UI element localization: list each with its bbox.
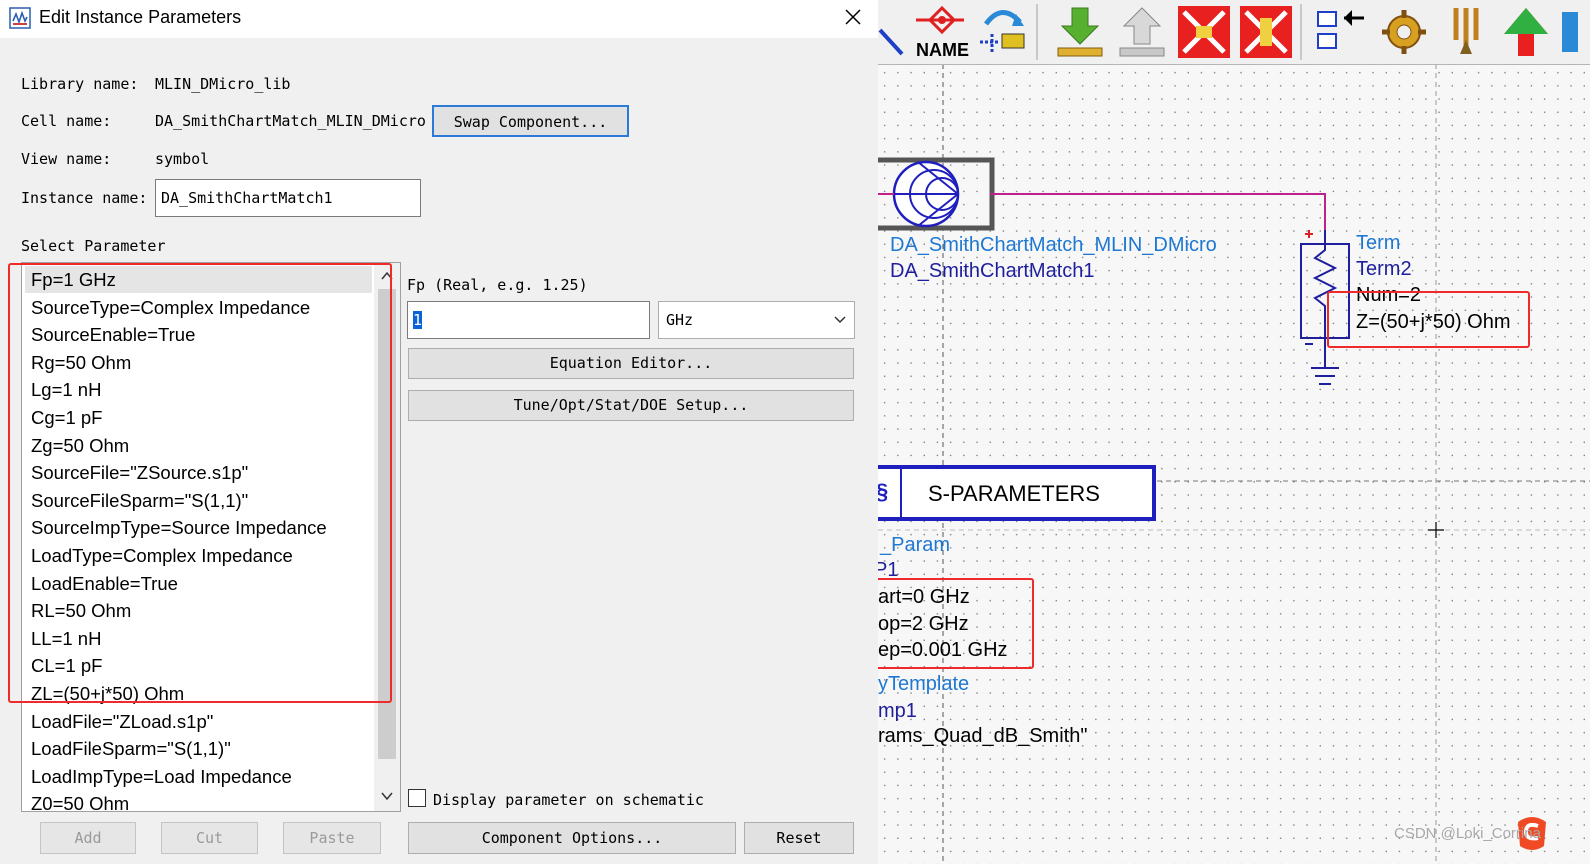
close-icon[interactable] xyxy=(838,4,868,32)
unit-select[interactable]: GHz xyxy=(658,301,855,339)
cut-button[interactable]: Cut xyxy=(161,822,258,854)
reset-button[interactable]: Reset xyxy=(744,822,854,854)
term-name-label: Term2 xyxy=(1356,258,1412,280)
view-name-label: View name: xyxy=(21,150,112,168)
tuning-icon[interactable] xyxy=(1438,4,1494,60)
add-button[interactable]: Add xyxy=(40,822,136,854)
sp-type-label: _Param xyxy=(880,534,951,556)
unit-select-value: GHz xyxy=(666,311,694,329)
highlight-box-term-impedance xyxy=(1327,291,1530,348)
template-value-label: rams_Quad_dB_Smith" xyxy=(878,725,1088,747)
tune-opt-stat-doe-setup-button[interactable]: Tune/Opt/Stat/DOE Setup... xyxy=(408,390,854,421)
highlight-box-parameters xyxy=(8,263,392,703)
pop-up-icon[interactable] xyxy=(1114,4,1170,60)
instance-name-input[interactable]: DA_SmithChartMatch1 xyxy=(155,179,421,217)
toolbar-name-label: NAME xyxy=(916,40,969,60)
select-parameter-label: Select Parameter xyxy=(21,237,166,255)
highlight-box-sweep xyxy=(878,578,1034,669)
edit-instance-parameters-dialog: Edit Instance Parameters Library name: M… xyxy=(0,0,878,864)
parameter-list-item[interactable]: LoadFileSparm="S(1,1)" xyxy=(25,735,372,762)
equation-editor-button[interactable]: Equation Editor... xyxy=(408,348,854,379)
schematic-canvas[interactable]: NAME DA_SmithChartMatch_MLIN_DMicro DA_S… xyxy=(878,0,1590,864)
cell-name-value: DA_SmithChartMatch_MLIN_DMicro xyxy=(155,112,426,130)
display-parameter-checkbox[interactable] xyxy=(408,789,426,807)
wire-tool-icon[interactable] xyxy=(878,24,906,58)
deactivate-icon[interactable] xyxy=(1176,4,1232,60)
component-instance-name: DA_SmithChartMatch1 xyxy=(890,260,1095,282)
paste-button[interactable]: Paste xyxy=(283,822,381,854)
parameter-value-text: 1 xyxy=(413,311,423,329)
term-type-label: Term xyxy=(1356,232,1401,254)
s-parameters-title: S-PARAMETERS xyxy=(928,481,1100,506)
swap-component-button[interactable]: Swap Component... xyxy=(432,105,629,137)
library-name-value: MLIN_DMicro_lib xyxy=(155,75,291,93)
app-icon xyxy=(9,7,31,29)
insert-component-icon[interactable] xyxy=(1314,4,1370,60)
parameter-list-item[interactable]: Z0=50 Ohm xyxy=(25,790,372,811)
template-name-label: mp1 xyxy=(878,700,917,722)
cell-name-label: Cell name: xyxy=(21,112,112,130)
schematic-toolbar: NAME xyxy=(878,0,1590,65)
ground-rotate-icon[interactable] xyxy=(976,4,1032,60)
template-type-label: yTemplate xyxy=(878,673,970,695)
parameter-value-input[interactable]: 1 xyxy=(407,301,650,339)
parameter-list-item[interactable]: LoadImpType=Load Impedance xyxy=(25,763,372,790)
gear-icon[interactable] xyxy=(1376,4,1432,60)
title-bar: Edit Instance Parameters xyxy=(0,0,878,38)
push-down-icon[interactable] xyxy=(1052,4,1108,60)
chevron-down-icon xyxy=(834,316,846,324)
view-name-value: symbol xyxy=(155,150,210,168)
component-cell-name: DA_SmithChartMatch_MLIN_DMicro xyxy=(890,234,1217,256)
push-up-hierarchy-icon[interactable] xyxy=(1498,4,1554,60)
scroll-down-icon[interactable] xyxy=(380,789,394,803)
component-options-button[interactable]: Component Options... xyxy=(408,822,736,854)
parameter-description: Fp (Real, e.g. 1.25) xyxy=(407,276,588,294)
deactivate-short-icon[interactable] xyxy=(1238,4,1294,60)
parameter-list-item[interactable]: LoadFile="ZLoad.s1p" xyxy=(25,708,372,735)
sparam-icon: § xyxy=(878,479,888,505)
more-tools-icon[interactable] xyxy=(1558,4,1590,60)
name-tool-icon[interactable] xyxy=(912,6,968,38)
library-name-label: Library name: xyxy=(21,75,139,93)
display-parameter-label: Display parameter on schematic xyxy=(433,791,704,809)
s-parameters-block[interactable]: § S-PARAMETERS xyxy=(878,465,1156,521)
watermark: CSDN @Loki_Corrina xyxy=(1394,825,1541,842)
dialog-title: Edit Instance Parameters xyxy=(39,7,242,27)
instance-name-label: Instance name: xyxy=(21,189,148,207)
